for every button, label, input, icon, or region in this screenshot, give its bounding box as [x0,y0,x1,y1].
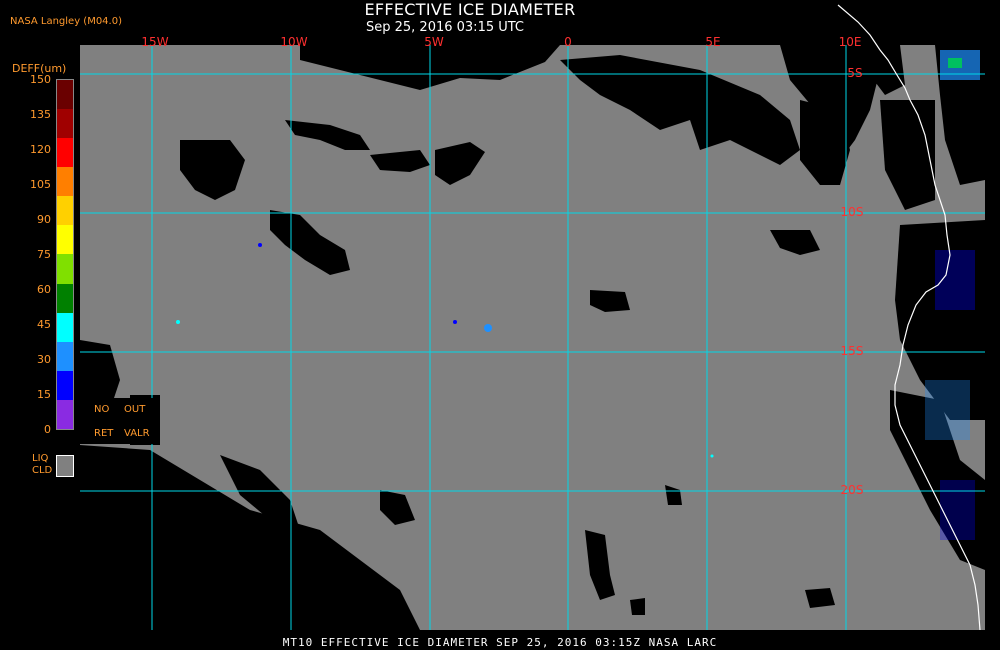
liquid-cloud-swatch [56,455,74,477]
colorbar-step [57,341,73,371]
out-of-valid-range-label: VALR [124,428,150,439]
lon-label-15w: 15W [141,35,169,49]
lon-label-10w: 10W [280,35,308,49]
liquid-cloud-label: LIQ [32,453,49,464]
legend-tick: 75 [37,248,51,261]
lat-label-10s: 10S [840,205,864,219]
colorbar-step [57,283,73,313]
no-retrieval-label: NO [94,404,110,415]
colorbar-step [57,109,73,139]
legend-tick: 45 [37,318,51,331]
legend-tick: 0 [44,423,51,436]
lon-label-0: 0 [564,35,572,49]
colorbar-step [57,225,73,255]
colorbar-step [57,138,73,168]
legend-tick: 105 [30,178,51,191]
lon-label-5w: 5W [424,35,444,49]
colorbar-step [57,196,73,226]
legend-tick: 15 [37,388,51,401]
legend-tick: 30 [37,353,51,366]
lon-label-5e: 5E [705,35,721,49]
lat-label-5s: 5S [847,66,863,80]
legend-tick: 135 [30,108,51,121]
lon-label-10e: 10E [838,35,862,49]
colorbar-step [57,80,73,110]
colorbar-step [57,312,73,342]
legend-tick: 120 [30,143,51,156]
colorbar [56,79,74,430]
lat-label-15s: 15S [840,344,864,358]
out-of-valid-range-label: OUT [124,404,146,415]
legend-tick: 60 [37,283,51,296]
footer-caption: MT10 EFFECTIVE ICE DIAMETER SEP 25, 2016… [282,636,718,649]
colorbar-step [57,370,73,400]
colorbar-step [57,254,73,284]
satellite-map [80,4,985,631]
legend-tick: 90 [37,213,51,226]
no-retrieval-label: RET [94,428,114,439]
legend-tick: 150 [30,73,51,86]
lat-label-20s: 20S [840,483,864,497]
colorbar-step [57,399,73,429]
colorbar-step [57,167,73,197]
no-retrieval-key: NO OUT RET VALR [79,398,157,444]
liquid-cloud-label: CLD [32,465,53,476]
